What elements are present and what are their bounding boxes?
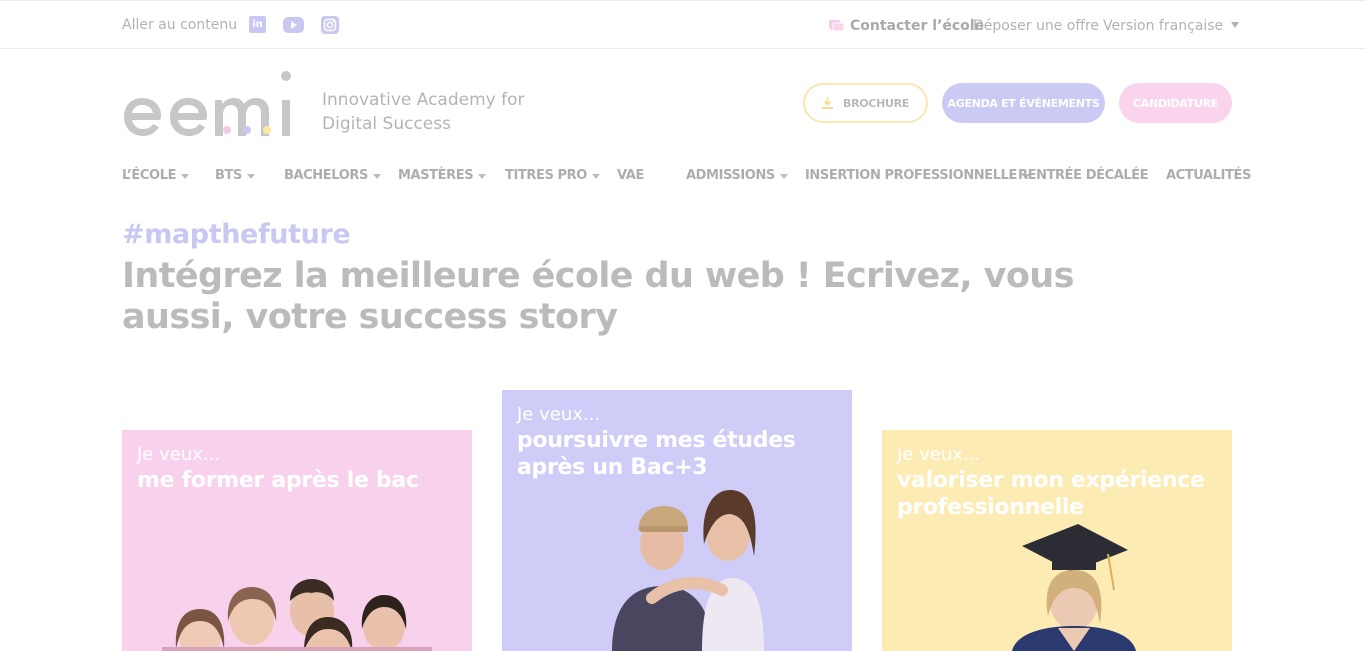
language-label: Version française <box>1103 18 1224 34</box>
students-group-photo <box>162 579 432 651</box>
nav-label: Insertion professionnelle <box>805 168 1018 183</box>
nav-label: Mastères <box>398 168 474 183</box>
tagline-line-1: Innovative Academy for <box>322 90 525 110</box>
caret-down-icon <box>181 174 190 179</box>
post-offer-link[interactable]: Déposer une offre <box>973 18 1099 34</box>
nav-item-masteres[interactable]: Mastères <box>398 168 487 183</box>
school-tagline: Innovative Academy for Digital Success <box>322 88 552 136</box>
card-prefix: Je veux... <box>137 444 221 465</box>
agenda-label: Agenda et événements <box>947 96 1100 110</box>
nav-item-vae[interactable]: VAE <box>617 168 644 183</box>
card-title: poursuivre mes études après un Bac+3 <box>517 428 796 480</box>
nav-item-rentree-decalee[interactable]: Rentrée décalée <box>1018 168 1149 183</box>
tagline-line-2: Digital Success <box>322 114 451 134</box>
card-after-bac3[interactable]: Je veux... poursuivre mes études après u… <box>502 390 852 651</box>
main-navigation: L’école BTS Bachelors Mastères Titres pr… <box>122 168 1251 188</box>
nav-label: L’école <box>122 168 177 183</box>
nav-item-bachelors[interactable]: Bachelors <box>284 168 381 183</box>
brochure-button[interactable]: Brochure <box>803 83 928 123</box>
contact-school-link[interactable]: Contacter l’école <box>829 18 984 34</box>
contact-label: Contacter l’école <box>850 18 985 34</box>
graduate-photo <box>1012 524 1136 651</box>
chevron-down-icon <box>1231 21 1240 28</box>
nav-label: VAE <box>617 168 644 183</box>
application-label: Candidature <box>1133 96 1218 110</box>
nav-label: Rentrée décalée <box>1018 168 1149 183</box>
skip-to-content-link[interactable]: Aller au contenu <box>122 17 237 33</box>
nav-item-insertion[interactable]: Insertion professionnelle <box>805 168 1031 183</box>
hero-headline: Intégrez la meilleure école du web ! Ecr… <box>122 256 1074 337</box>
nav-item-bts[interactable]: BTS <box>215 168 255 183</box>
hashtag-heading: #mapthefuture <box>122 219 351 250</box>
top-utility-bar: Aller au contenu in Contacter l’école Dé… <box>0 0 1366 49</box>
agenda-events-button[interactable]: Agenda et événements <box>942 83 1105 123</box>
nav-item-ecole[interactable]: L’école <box>122 168 190 183</box>
nav-item-admissions[interactable]: Admissions <box>686 168 788 183</box>
card-after-bac[interactable]: Je veux... me former après le bac <box>122 430 472 651</box>
caret-down-icon <box>478 174 487 179</box>
two-students-photo <box>612 490 764 651</box>
caret-down-icon <box>591 174 600 179</box>
card-title: me former après le bac <box>137 468 419 493</box>
card-title: valoriser mon expérience professionnelle <box>897 468 1205 520</box>
brochure-label: Brochure <box>842 96 909 110</box>
nav-item-titres-pro[interactable]: Titres pro <box>505 168 600 183</box>
card-prefix: Je veux... <box>897 444 981 465</box>
nav-label: Titres pro <box>505 168 587 183</box>
nav-item-actualites[interactable]: Actualités <box>1166 168 1251 183</box>
instagram-icon[interactable] <box>321 16 339 34</box>
caret-down-icon <box>779 174 788 179</box>
nav-label: Admissions <box>686 168 775 183</box>
youtube-icon[interactable] <box>283 17 304 33</box>
nav-label: Bachelors <box>284 168 368 183</box>
eemi-logo[interactable] <box>122 70 294 138</box>
card-prefix: Je veux... <box>517 404 601 425</box>
linkedin-icon[interactable]: in <box>249 16 266 33</box>
application-button[interactable]: Candidature <box>1119 83 1232 123</box>
card-experience[interactable]: Je veux... valoriser mon expérience prof… <box>882 430 1232 651</box>
nav-label: Actualités <box>1166 168 1251 183</box>
chat-bubble-icon <box>829 19 844 31</box>
nav-label: BTS <box>215 168 242 183</box>
language-selector[interactable]: Version française <box>1103 18 1240 34</box>
caret-down-icon <box>246 174 255 179</box>
caret-down-icon <box>372 174 381 179</box>
download-icon <box>821 97 833 109</box>
